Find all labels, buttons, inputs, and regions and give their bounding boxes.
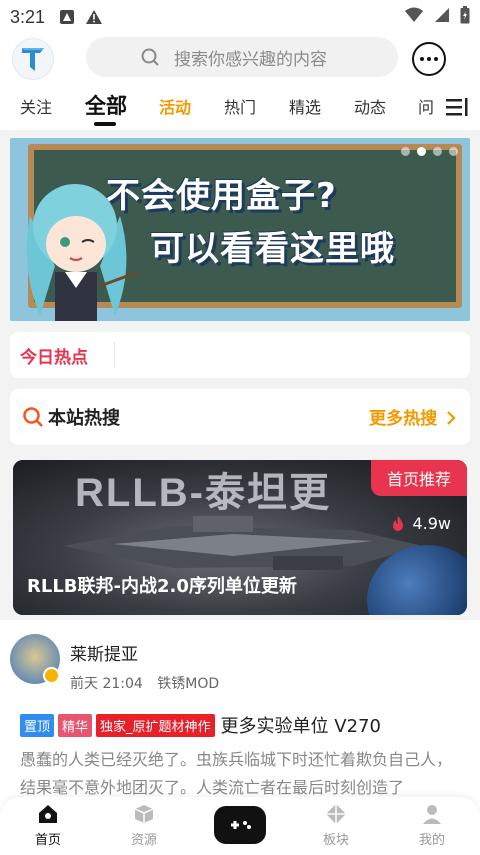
box-icon — [134, 805, 154, 823]
post-time: 前天 21:04 — [70, 676, 143, 692]
more-hot-search-link[interactable]: 更多热搜 — [369, 404, 456, 429]
nav-home-label: 首页 — [34, 833, 61, 848]
status-bar: 3:21 — [0, 0, 480, 34]
page-dot — [401, 147, 410, 156]
tag-essence: 精华 — [58, 713, 93, 737]
chevron-right-icon — [447, 411, 456, 425]
profile-icon — [423, 805, 441, 824]
post-excerpt: 愚蠢的人类已经灭绝了。虫族兵临城下时还忙着欺负自己人，结果毫不意外地团灭了。人类… — [20, 750, 453, 797]
wifi-icon — [404, 7, 424, 28]
gamepad-icon — [231, 821, 251, 829]
site-hot-title: 本站热搜 — [48, 408, 120, 429]
today-hot-section[interactable]: 今日热点 — [10, 332, 470, 378]
divider — [114, 342, 115, 368]
page-dot-active — [417, 147, 426, 156]
nav-home[interactable]: 首页 — [18, 803, 78, 848]
tab-dynamics[interactable]: 动态 — [354, 94, 386, 118]
post-title[interactable]: 更多实验单位 V270 — [221, 712, 381, 738]
today-hot-title: 今日热点 — [20, 348, 88, 368]
heat-count: 4.9w — [412, 514, 451, 533]
gamepad-button[interactable] — [214, 806, 266, 844]
category-tabs: 关注 全部 活动 热门 精选 动态 问 — [0, 84, 480, 130]
homepage-recommend-badge: 首页推荐 — [371, 460, 467, 496]
tab-menu-icon[interactable] — [446, 96, 468, 118]
nav-boards[interactable]: 板块 — [306, 803, 366, 848]
tab-all[interactable]: 全部 — [85, 90, 127, 126]
heat-indicator: 4.9w — [390, 514, 451, 533]
banner-line1: 不会使用盒子? — [106, 176, 337, 216]
app-logo[interactable] — [12, 38, 54, 80]
image-notification-icon — [59, 9, 75, 25]
tab-hot[interactable]: 热门 — [224, 94, 256, 118]
search-bar[interactable]: 搜索你感兴趣的内容 — [86, 37, 398, 77]
bottom-navigation: 首页 资源 板块 我的 — [0, 797, 480, 855]
tag-pinned: 置顶 — [20, 713, 55, 737]
tab-events[interactable]: 活动 — [159, 94, 191, 118]
author-name[interactable]: 莱斯提亚 — [70, 640, 138, 665]
promo-banner[interactable]: 不会使用盒子? 可以看看这里哦 — [10, 138, 470, 321]
tab-follow[interactable]: 关注 — [20, 94, 52, 118]
chat-bubble-icon[interactable] — [412, 42, 446, 76]
post-category[interactable]: 铁锈MOD — [157, 676, 219, 692]
warning-icon — [85, 9, 103, 25]
more-hot-label: 更多热搜 — [369, 409, 438, 429]
status-time: 3:21 — [10, 6, 46, 27]
search-icon — [140, 47, 160, 72]
featured-title: RLLB联邦-内战2.0序列单位更新 — [27, 576, 297, 597]
page-dot — [449, 147, 458, 156]
search-icon — [22, 406, 44, 432]
site-hot-search-section: 本站热搜 更多热搜 — [10, 389, 470, 445]
post-meta: 前天 21:04 铁锈MOD — [70, 673, 219, 693]
flame-icon — [393, 515, 404, 531]
signal-icon — [434, 7, 450, 28]
diamond-icon — [326, 804, 346, 824]
home-icon — [39, 805, 57, 823]
tag-exclusive: 独家_原扩题材神作 — [96, 713, 215, 737]
tab-featured[interactable]: 精选 — [289, 94, 321, 118]
post-tags: 置顶 精华 独家_原扩题材神作 更多实验单位 V270 — [20, 712, 381, 738]
battery-icon — [460, 5, 470, 29]
search-placeholder: 搜索你感兴趣的内容 — [174, 49, 327, 70]
nav-profile-label: 我的 — [418, 833, 445, 848]
tab-questions[interactable]: 问 — [418, 94, 434, 118]
banner-line2: 可以看看这里哦 — [150, 229, 395, 269]
verified-badge-icon — [43, 667, 60, 684]
top-header: 搜索你感兴趣的内容 — [0, 34, 480, 84]
nav-resources[interactable]: 资源 — [114, 803, 174, 848]
banner-page-indicator — [401, 147, 458, 156]
nav-resources-label: 资源 — [130, 833, 157, 848]
featured-post-card[interactable]: RLLB-泰坦更 首页推荐 4.9w RLLB联邦-内战2.0序列单位更新 — [13, 460, 467, 615]
nav-profile[interactable]: 我的 — [402, 803, 462, 848]
nav-boards-label: 板块 — [322, 833, 349, 848]
page-dot — [433, 147, 442, 156]
